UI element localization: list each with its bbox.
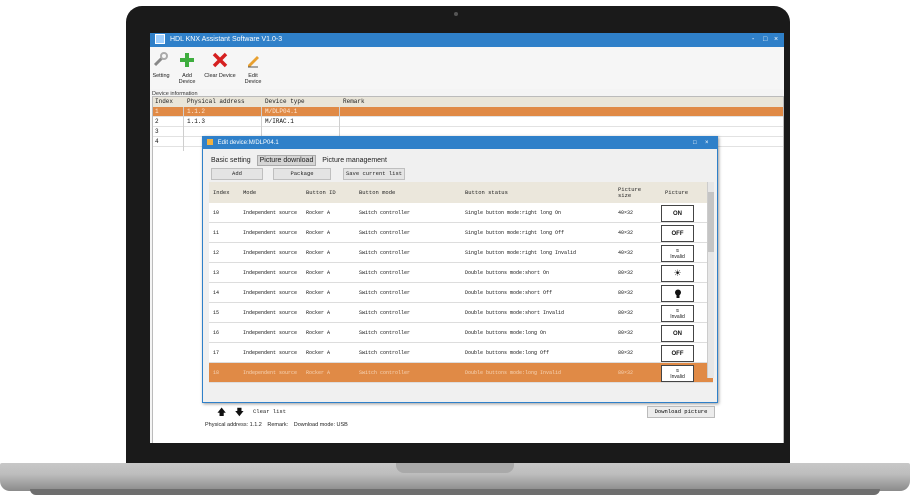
table-row[interactable]: 13 Independent source Rocker A Switch co… [209, 263, 713, 283]
device-row[interactable]: 1 1.1.2 M/DLP04.1 [153, 107, 783, 117]
dialog-maximize-button[interactable]: □ [693, 137, 697, 149]
save-current-list-button[interactable]: Save current list [343, 168, 405, 180]
status-bar: Physical address: 1.1.2 Remark: Download… [205, 422, 352, 428]
bulb-icon [674, 289, 681, 298]
picture-invalid: ⦸ Invalid [661, 245, 694, 262]
picture-thumbnail [661, 285, 694, 302]
edit-device-button[interactable]: Edit Device [240, 51, 266, 85]
picture-on: ON [661, 325, 694, 342]
picture-grid: Index Mode Button ID Button mode Button … [209, 182, 714, 402]
app-screen: HDL KNX Assistant Software V1.0-3 - □ × … [150, 33, 784, 443]
picture-invalid: ⦸ Invalid [661, 305, 694, 322]
dialog-icon [207, 139, 213, 146]
move-up-icon[interactable]: 🡅 [217, 407, 226, 417]
wrench-icon [152, 51, 170, 73]
package-button[interactable]: Package [273, 168, 331, 180]
picture-on: ON [661, 205, 694, 222]
add-device-button[interactable]: Add Device [174, 51, 200, 85]
table-row[interactable]: 10 Independent source Rocker A Switch co… [209, 203, 713, 223]
status-physical-address: Physical address: 1.1.2 [205, 422, 262, 428]
column-divider [183, 107, 184, 151]
status-download-mode: Download mode: USB [293, 422, 348, 428]
clear-device-button[interactable]: Clear Device [204, 51, 236, 79]
status-remark: Remark: [267, 422, 289, 428]
table-row-selected[interactable]: 18 Independent source Rocker A Switch co… [209, 363, 713, 383]
download-picture-button[interactable]: Download picture [647, 406, 715, 418]
table-row[interactable]: 16 Independent source Rocker A Switch co… [209, 323, 713, 343]
vertical-scrollbar[interactable] [707, 182, 714, 378]
scrollbar-thumb[interactable] [708, 192, 714, 252]
tab-picture-download[interactable]: Picture download [256, 155, 317, 166]
move-buttons: 🡅 🡇 [217, 405, 244, 421]
move-down-icon[interactable]: 🡇 [235, 407, 244, 417]
picture-invalid: ⦸ Invalid [661, 365, 694, 382]
dialog-tabs: Basic setting Picture download Picture m… [209, 155, 391, 166]
sun-icon: ☀ [673, 268, 682, 278]
dialog-close-button[interactable]: × [705, 137, 709, 149]
close-button[interactable]: × [774, 33, 778, 47]
dialog-title: Edit device:M/DLP04.1 [217, 140, 279, 146]
picture-thumbnail: ☀ [661, 265, 694, 282]
minimize-button[interactable]: - [752, 33, 754, 47]
grid-header: Index Mode Button ID Button mode Button … [209, 182, 713, 203]
add-button[interactable]: Add [211, 168, 263, 180]
table-row[interactable]: 17 Independent source Rocker A Switch co… [209, 343, 713, 363]
device-table-header: Index Physical address Device type Remar… [153, 97, 783, 107]
window-title: HDL KNX Assistant Software V1.0-3 [169, 36, 283, 43]
table-row[interactable]: 15 Independent source Rocker A Switch co… [209, 303, 713, 323]
picture-off: OFF [661, 225, 694, 242]
table-row[interactable]: 11 Independent source Rocker A Switch co… [209, 223, 713, 243]
dialog-titlebar: Edit device:M/DLP04.1 □ × [203, 137, 717, 149]
laptop-base-edge [30, 489, 880, 495]
edit-device-dialog: Edit device:M/DLP04.1 □ × Basic setting … [202, 136, 718, 428]
device-row[interactable]: 2 1.1.3 M/IRAC.1 [153, 117, 783, 127]
maximize-button[interactable]: □ [763, 33, 767, 47]
main-titlebar: HDL KNX Assistant Software V1.0-3 - □ × [150, 33, 784, 47]
tab-basic-setting[interactable]: Basic setting [209, 156, 253, 165]
table-row[interactable]: 12 Independent source Rocker A Switch co… [209, 243, 713, 263]
clear-list-button[interactable]: Clear list [253, 408, 286, 415]
tab-picture-management[interactable]: Picture management [320, 156, 389, 165]
add-icon [174, 51, 200, 73]
pencil-icon [240, 51, 266, 73]
clear-icon [204, 51, 236, 73]
setting-button[interactable]: Setting [152, 51, 170, 79]
table-row[interactable]: 14 Independent source Rocker A Switch co… [209, 283, 713, 303]
toolbar: Setting Add Device Clear Device Edit Dev… [150, 47, 784, 89]
laptop-notch [396, 463, 514, 473]
webcam [454, 12, 458, 16]
picture-off: OFF [661, 345, 694, 362]
app-icon [155, 34, 165, 45]
